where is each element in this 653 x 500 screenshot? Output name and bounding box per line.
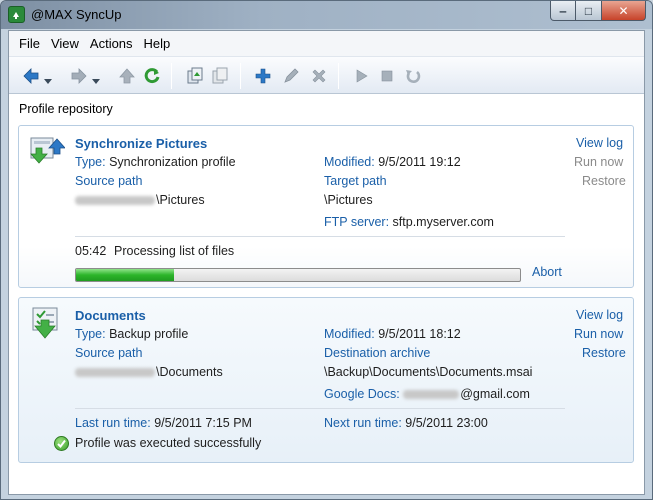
section-title: Profile repository [19,102,113,116]
add-icon[interactable] [253,66,273,86]
back-dropdown-icon[interactable] [44,74,52,84]
divider [75,408,565,409]
maximize-button[interactable]: □ [576,1,602,21]
redacted-path [75,196,155,206]
modified-label: Modified: [324,327,375,341]
paste-profile-icon[interactable] [210,66,230,86]
google-docs-row: Google Docs: @gmail.com [324,387,530,401]
ftp-value: sftp.myserver.com [392,215,494,229]
sync-profile-icon [29,134,66,173]
modified-label: Modified: [324,155,375,169]
run-now-link[interactable]: Run now [574,155,623,169]
progress-status: Processing list of files [114,244,235,258]
source-path-label: Source path [75,174,143,188]
copy-profile-icon[interactable] [185,66,205,86]
modified-value: 9/5/2011 18:12 [378,327,461,341]
run-icon[interactable] [351,66,371,86]
window-title: @MAX SyncUp [31,7,122,22]
close-button[interactable]: ✕ [602,1,646,21]
minimize-icon: ‒ [559,4,567,18]
edit-icon[interactable] [281,66,301,86]
ftp-label: FTP server: [324,215,390,229]
up-arrow-icon[interactable] [117,66,137,86]
forward-arrow-icon[interactable] [69,66,89,86]
profile-name-documents[interactable]: Documents [75,308,146,323]
restore-link[interactable]: Restore [582,346,626,360]
destination-archive-label: Destination archive [324,346,431,360]
divider [75,236,565,237]
source-path-text: \Documents [156,365,223,379]
progress-fill [76,269,174,281]
ftp-row: FTP server: sftp.myserver.com [324,215,494,229]
run-now-link[interactable]: Run now [574,327,623,341]
type-value: Synchronization profile [109,155,236,169]
app-window: @MAX SyncUp ‒ □ ✕ File View Actions Help [0,0,653,500]
menu-help[interactable]: Help [138,31,176,56]
target-path-value: \Pictures [324,193,373,207]
backup-profile-icon [29,306,65,345]
source-path-value: \Pictures [75,193,205,207]
target-path-label: Target path [324,174,387,188]
destination-archive-value: \Backup\Documents\Documents.msai [324,365,533,379]
next-run-label: Next run time: [324,416,402,430]
refresh-icon[interactable] [142,66,162,86]
progress-time: 05:42 [75,244,107,258]
type-row: Type: Synchronization profile [75,155,236,169]
source-path-value: \Documents [75,365,223,379]
view-log-link[interactable]: View log [576,308,623,322]
app-icon [8,6,25,23]
back-arrow-icon[interactable] [21,66,41,86]
modified-row: Modified: 9/5/2011 19:12 [324,155,461,169]
next-run-row: Next run time: 9/5/2011 23:00 [324,416,488,430]
toolbar [9,56,644,94]
minimize-button[interactable]: ‒ [550,1,576,21]
menu-file[interactable]: File [13,31,45,56]
status-text: Profile was executed successfully [75,436,262,450]
restore-icon[interactable] [403,66,423,86]
type-value: Backup profile [109,327,189,341]
google-docs-label: Google Docs: [324,387,400,401]
profile-card-sync[interactable]: Synchronize Pictures Type: Synchronizati… [18,125,634,288]
redacted-email [403,390,460,400]
type-row: Type: Backup profile [75,327,188,341]
modified-value: 9/5/2011 19:12 [378,155,461,169]
profile-card-documents[interactable]: Documents Type: Backup profile Source pa… [18,297,634,463]
type-label: Type: [75,327,106,341]
modified-row: Modified: 9/5/2011 18:12 [324,327,461,341]
success-check-icon [54,436,69,451]
forward-dropdown-icon[interactable] [92,74,100,84]
delete-icon[interactable] [309,66,329,86]
stop-icon[interactable] [377,66,397,86]
last-run-row: Last run time: 9/5/2011 7:15 PM [75,416,252,430]
google-docs-value: @gmail.com [460,387,530,401]
title-bar[interactable]: @MAX SyncUp ‒ □ ✕ [1,1,652,29]
last-run-label: Last run time: [75,416,151,430]
redacted-path [75,368,155,378]
restore-link[interactable]: Restore [582,174,626,188]
close-icon: ✕ [618,4,629,18]
client-area: File View Actions Help Profile repositor… [8,30,645,495]
last-run-value: 9/5/2011 7:15 PM [154,416,252,430]
menu-actions[interactable]: Actions [84,31,138,56]
view-log-link[interactable]: View log [576,136,623,150]
progress-bar [75,268,521,282]
type-label: Type: [75,155,106,169]
abort-link[interactable]: Abort [532,265,562,279]
profile-name-sync[interactable]: Synchronize Pictures [75,136,207,151]
next-run-value: 9/5/2011 23:00 [405,416,488,430]
maximize-icon: □ [584,4,593,18]
menu-view[interactable]: View [45,31,84,56]
source-path-text: \Pictures [156,193,205,207]
menu-bar: File View Actions Help [9,31,644,56]
source-path-label: Source path [75,346,143,360]
